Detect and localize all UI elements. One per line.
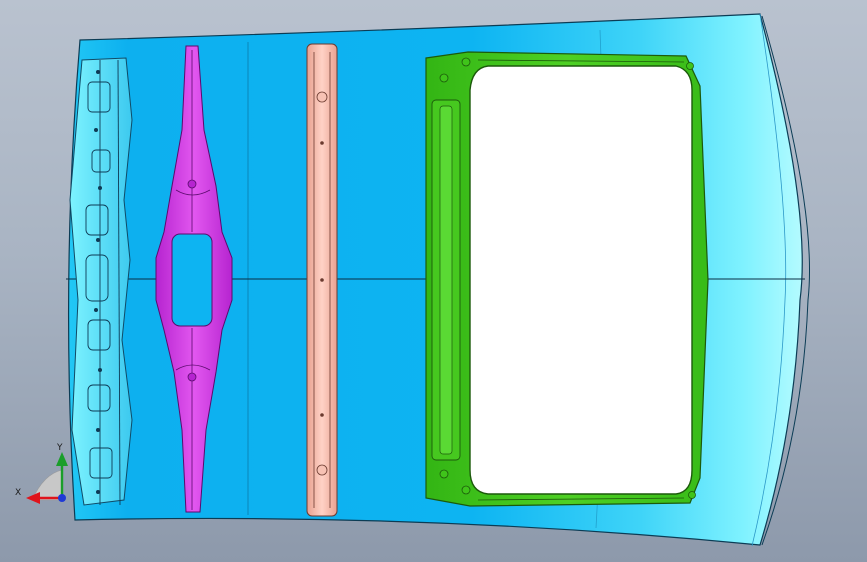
triad-x-label: X: [15, 488, 22, 498]
coordinate-triad: [26, 452, 68, 504]
sunroof-reinforcement-frame[interactable]: [425, 51, 709, 507]
graphics-viewport[interactable]: X Y: [0, 0, 867, 562]
sunroof-opening: [469, 65, 693, 495]
triad-y-label: Y: [57, 443, 63, 453]
front-header-rail[interactable]: [69, 57, 133, 506]
cad-model-view[interactable]: [0, 0, 867, 562]
middle-roof-bow[interactable]: [306, 43, 338, 517]
